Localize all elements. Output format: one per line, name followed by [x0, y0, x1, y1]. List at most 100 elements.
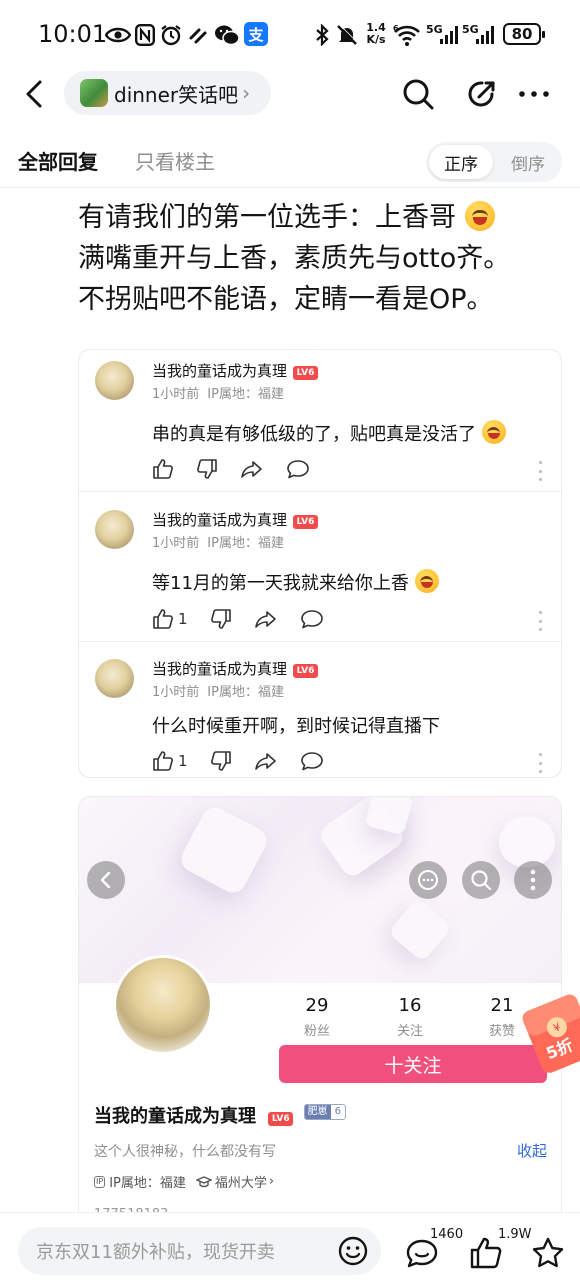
post-line-1: 有请我们的第一位选手：上香哥 [78, 197, 558, 238]
wechat-icon [214, 22, 240, 48]
profile-bio: 这个人很神秘，什么都没有写 [94, 1144, 276, 1160]
banner-more-button[interactable] [514, 861, 552, 899]
comment-bubble-icon [300, 752, 323, 771]
wifi-icon: 6 [392, 22, 422, 48]
sort-desc-button[interactable]: 倒序 [496, 145, 560, 179]
forum-name: dinner笑话吧 [114, 82, 239, 107]
reply-more-button[interactable] [537, 461, 543, 481]
reply-username[interactable]: 当我的童话成为真理 LV6 [152, 360, 319, 381]
forward-button[interactable] [254, 749, 278, 773]
status-time: 10:01 [38, 20, 108, 48]
star-icon[interactable] [530, 1235, 566, 1271]
thumb-up-icon [153, 609, 173, 629]
reply-username[interactable]: 当我的童话成为真理 LV6 [152, 509, 319, 530]
nfc-icon [134, 22, 156, 48]
dislike-button[interactable] [196, 457, 218, 481]
divider [79, 641, 563, 642]
school-link[interactable]: 福州大学 [215, 1172, 267, 1191]
chevron-right-icon: › [242, 81, 251, 105]
comment-count: 1460 [430, 1227, 464, 1242]
chevron-right-icon: › [268, 1174, 275, 1189]
thumb-down-icon [210, 751, 231, 771]
stat-following[interactable]: 16 关注 [375, 995, 445, 1039]
comment-button[interactable] [300, 607, 324, 631]
level-badge: LV6 [293, 366, 319, 380]
reply-more-button[interactable] [537, 753, 543, 773]
ip-icon: IP [94, 1175, 106, 1188]
thumb-up-icon [153, 751, 173, 771]
dislike-button[interactable] [210, 749, 232, 773]
forum-entry[interactable]: dinner笑话吧 › [64, 71, 271, 115]
reply-actions: 1 [152, 607, 346, 631]
search-icon [471, 870, 492, 891]
mute-icon [336, 22, 358, 48]
thumb-up-icon [153, 459, 173, 479]
post-line-3: 不拐贴吧不能语，定睛一看是OP。 [78, 284, 494, 315]
eye-icon [104, 22, 132, 48]
forward-button[interactable] [240, 457, 264, 481]
follow-button[interactable]: 十关注 [279, 1045, 547, 1083]
collapse-button[interactable]: 收起 [517, 1140, 547, 1161]
like-button[interactable] [152, 457, 174, 481]
red-envelope-icon: ¥ 5折 [522, 994, 580, 1073]
forum-avatar [80, 79, 108, 107]
network-speed: 1.4 K/s [366, 21, 386, 46]
thumb-down-icon [210, 609, 231, 629]
banner-shape [176, 802, 272, 898]
promo-red-envelope[interactable]: ¥ 5折 [516, 990, 580, 1076]
reply-content: 什么时候重开啊，到时候记得直播下 [152, 716, 440, 737]
more-button[interactable] [514, 74, 554, 114]
thumb-down-icon [197, 459, 217, 479]
banner-search-button[interactable] [462, 861, 500, 899]
chevron-left-icon [100, 871, 111, 889]
avatar[interactable] [95, 361, 134, 400]
emoji-button-icon[interactable] [337, 1235, 369, 1267]
reply-more-button[interactable] [537, 611, 543, 631]
search-button[interactable] [398, 74, 438, 114]
banner-message-button[interactable] [409, 861, 447, 899]
tab-all-replies[interactable]: 全部回复 [18, 146, 98, 175]
profile-username: 当我的童话成为真理 LV6 肥崽 6 [94, 1102, 346, 1128]
level-badge: LV6 [268, 1112, 294, 1126]
comment-bubble-icon [287, 460, 309, 479]
chevron-left-icon [26, 80, 42, 108]
fan-badge: 肥崽 6 [303, 1104, 346, 1120]
stat-fans[interactable]: 29 粉丝 [282, 995, 352, 1039]
dislike-button[interactable] [210, 607, 232, 631]
reply-meta: 1小时前 IP属地：福建 [152, 387, 284, 402]
banner-shape [499, 817, 555, 867]
graduation-cap-icon [195, 1175, 212, 1187]
profile-avatar[interactable] [113, 955, 213, 1055]
sub-replies-card: 当我的童话成为真理 LV6 1小时前 IP属地：福建 串的真是有够低级的了，贴吧真是… [78, 349, 563, 778]
reply-actions: 1 [152, 749, 346, 773]
reply-username[interactable]: 当我的童话成为真理 LV6 [152, 658, 319, 679]
back-button[interactable] [18, 74, 52, 114]
like-button[interactable]: 1 [152, 607, 188, 631]
avatar[interactable] [95, 510, 134, 549]
user-profile-card: 29 粉丝 16 关注 21 获赞 十关注 当我的童话成为真理 LV6 肥崽 6 … [78, 796, 562, 1226]
sort-asc-button[interactable]: 正序 [429, 145, 493, 179]
smirk-emoji-icon [481, 420, 506, 444]
like-button[interactable]: 1 [152, 749, 188, 773]
forward-icon [254, 753, 276, 770]
forward-button[interactable] [254, 607, 278, 631]
status-bar: 10:01 支 1.4 K/s 6 5G 5G 80 [0, 0, 580, 66]
comment-button[interactable] [286, 457, 310, 481]
avatar[interactable] [95, 659, 134, 698]
tab-only-op[interactable]: 只看楼主 [135, 146, 215, 175]
top-nav-bar: dinner笑话吧 › [0, 66, 580, 122]
like-total: 1.9W [498, 1227, 532, 1242]
search-icon [403, 79, 434, 110]
alipay-icon: 支 [244, 22, 268, 46]
reply-actions [152, 457, 332, 481]
love-emoji-icon [414, 569, 439, 593]
share-button[interactable] [462, 74, 502, 114]
banner-back-button[interactable] [87, 861, 125, 899]
laughing-emoji-icon [464, 201, 495, 231]
like-count: 1 [178, 610, 188, 628]
comment-button[interactable] [300, 749, 324, 773]
chat-dots-icon [418, 870, 438, 890]
comment-input[interactable]: 京东双11额外补贴，现货开卖 [18, 1227, 381, 1275]
alarm-icon [160, 22, 182, 48]
comment-placeholder: 京东双11额外补贴，现货开卖 [36, 1242, 275, 1263]
